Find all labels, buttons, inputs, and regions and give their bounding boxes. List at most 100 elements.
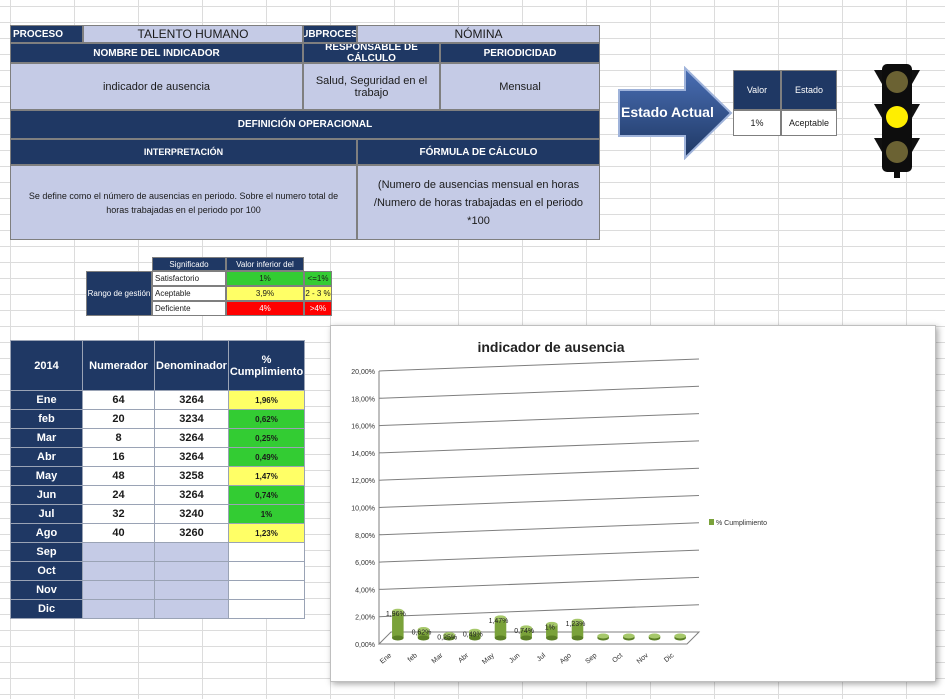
x-tick-label: Jul xyxy=(536,652,548,663)
estado-value: Aceptable xyxy=(781,110,837,136)
monthly-table: 2014 Numerador Denominador % Cumplimient… xyxy=(10,340,305,619)
month-cell[interactable]: Mar xyxy=(10,428,83,448)
x-tick-label: feb xyxy=(407,652,419,664)
table-row: Jul 32 3240 1% xyxy=(10,504,305,524)
definicion-operacional-label: DEFINICIÓN OPERACIONAL xyxy=(10,110,600,139)
bar-base xyxy=(571,635,584,641)
bar-top xyxy=(648,633,661,639)
denominador-cell[interactable]: 3260 xyxy=(154,523,229,543)
nombre-indicador-value: indicador de ausencia xyxy=(10,63,303,110)
denominador-cell[interactable]: 3234 xyxy=(154,409,229,429)
numerador-cell[interactable]: 40 xyxy=(82,523,155,543)
month-cell[interactable]: May xyxy=(10,466,83,486)
denominador-cell[interactable]: 3240 xyxy=(154,504,229,524)
numerador-cell[interactable] xyxy=(82,542,155,562)
cumplimiento-cell[interactable]: 1,96% xyxy=(228,390,305,410)
cumplimiento-header: % Cumplimiento xyxy=(228,340,305,391)
denominador-cell[interactable] xyxy=(154,542,229,562)
rango-value-deficiente: 4% xyxy=(226,301,304,316)
estado-actual-arrow: Estado Actual xyxy=(617,65,735,161)
month-cell[interactable]: Jul xyxy=(10,504,83,524)
cumplimiento-cell[interactable]: 0,25% xyxy=(228,428,305,448)
denominador-cell[interactable] xyxy=(154,561,229,581)
month-cell[interactable]: Ago xyxy=(10,523,83,543)
month-cell[interactable]: Abr xyxy=(10,447,83,467)
denominador-cell[interactable]: 3264 xyxy=(154,428,229,448)
bar-top xyxy=(674,633,686,639)
numerador-cell[interactable]: 24 xyxy=(82,485,155,505)
gridline xyxy=(378,604,700,618)
rango-name-satisfactorio: Satisfactorio xyxy=(152,271,226,286)
month-cell[interactable]: Jun xyxy=(10,485,83,505)
numerador-cell[interactable]: 8 xyxy=(82,428,155,448)
denominador-cell[interactable]: 3258 xyxy=(154,466,229,486)
rango-name-deficiente: Deficiente xyxy=(152,301,226,316)
month-cell[interactable]: Oct xyxy=(10,561,83,581)
responsable-label: RESPONSABLE DE CÁLCULO xyxy=(303,43,440,63)
chart-title: indicador de ausencia xyxy=(477,339,624,355)
numerador-cell[interactable]: 32 xyxy=(82,504,155,524)
rango-range-deficiente: >4% xyxy=(304,301,332,316)
numerador-cell[interactable]: 48 xyxy=(82,466,155,486)
table-row: Sep xyxy=(10,542,305,562)
y-tick-label: 20,00% xyxy=(351,369,375,376)
significado-header: Significado xyxy=(152,257,226,271)
numerador-cell[interactable]: 16 xyxy=(82,447,155,467)
numerador-cell[interactable] xyxy=(82,561,155,581)
cumplimiento-cell[interactable] xyxy=(228,542,305,562)
cumplimiento-cell[interactable]: 0,62% xyxy=(228,409,305,429)
cumplimiento-cell[interactable]: 0,49% xyxy=(228,447,305,467)
cumplimiento-cell[interactable] xyxy=(228,561,305,581)
estado-actual-label: Estado Actual xyxy=(621,104,714,120)
cumplimiento-cell[interactable]: 1,47% xyxy=(228,466,305,486)
month-cell[interactable]: Ene xyxy=(10,390,83,410)
x-tick-label: Nov xyxy=(636,652,650,666)
valor-inferior-header: Valor inferior del xyxy=(226,257,304,271)
table-row: Ago 40 3260 1,23% xyxy=(10,523,305,543)
denominador-cell[interactable]: 3264 xyxy=(154,447,229,467)
chart-container[interactable]: indicador de ausencia 0,00% 2,00% 4,00% 6,00… xyxy=(330,325,936,682)
periodicidad-value: Mensual xyxy=(440,63,600,110)
data-label: 1% xyxy=(545,624,555,631)
x-tick-label: Ago xyxy=(559,652,573,665)
denominador-cell[interactable] xyxy=(154,599,229,619)
numerador-cell[interactable] xyxy=(82,599,155,619)
x-tick-label: Oct xyxy=(611,652,624,664)
proceso-value: TALENTO HUMANO xyxy=(83,25,303,43)
month-cell[interactable]: Sep xyxy=(10,542,83,562)
cumplimiento-cell[interactable] xyxy=(228,599,305,619)
cumplimiento-cell[interactable]: 0,74% xyxy=(228,485,305,505)
valor-header: Valor xyxy=(733,70,781,110)
denominador-header: Denominador xyxy=(154,340,229,391)
data-label: 1,23% xyxy=(566,621,586,628)
bar-top xyxy=(597,633,609,639)
proceso-label: PROCESO xyxy=(10,25,83,43)
y-tick-label: 4,00% xyxy=(355,587,375,594)
denominador-cell[interactable]: 3264 xyxy=(154,485,229,505)
month-cell[interactable]: Nov xyxy=(10,580,83,600)
denominador-cell[interactable]: 3264 xyxy=(154,390,229,410)
numerador-cell[interactable]: 64 xyxy=(82,390,155,410)
gridline xyxy=(378,467,700,481)
numerador-header: Numerador xyxy=(82,340,155,391)
table-row: Nov xyxy=(10,580,305,600)
cumplimiento-cell[interactable]: 1% xyxy=(228,504,305,524)
x-tick-label: May xyxy=(481,652,496,666)
x-tick-label: Jun xyxy=(508,652,521,665)
rango-value-satisfactorio: 1% xyxy=(226,271,304,286)
table-row: Abr 16 3264 0,49% xyxy=(10,447,305,467)
data-label: 1,96% xyxy=(386,611,406,618)
gridline xyxy=(378,495,700,508)
numerador-cell[interactable]: 20 xyxy=(82,409,155,429)
y-tick-label: 6,00% xyxy=(355,560,375,567)
denominador-cell[interactable] xyxy=(154,580,229,600)
month-cell[interactable]: Dic xyxy=(10,599,83,619)
periodicidad-label: PERIODICIDAD xyxy=(440,43,600,63)
cumplimiento-cell[interactable] xyxy=(228,580,305,600)
cumplimiento-cell[interactable]: 1,23% xyxy=(228,523,305,543)
bar-chart: indicador de ausencia 0,00% 2,00% 4,00% 6,00… xyxy=(351,339,767,666)
month-cell[interactable]: feb xyxy=(10,409,83,429)
rango-gestion-label: Rango de gestión xyxy=(86,271,152,316)
numerador-cell[interactable] xyxy=(82,580,155,600)
formula-value: (Numero de ausencias mensual en horas /N… xyxy=(357,165,600,240)
